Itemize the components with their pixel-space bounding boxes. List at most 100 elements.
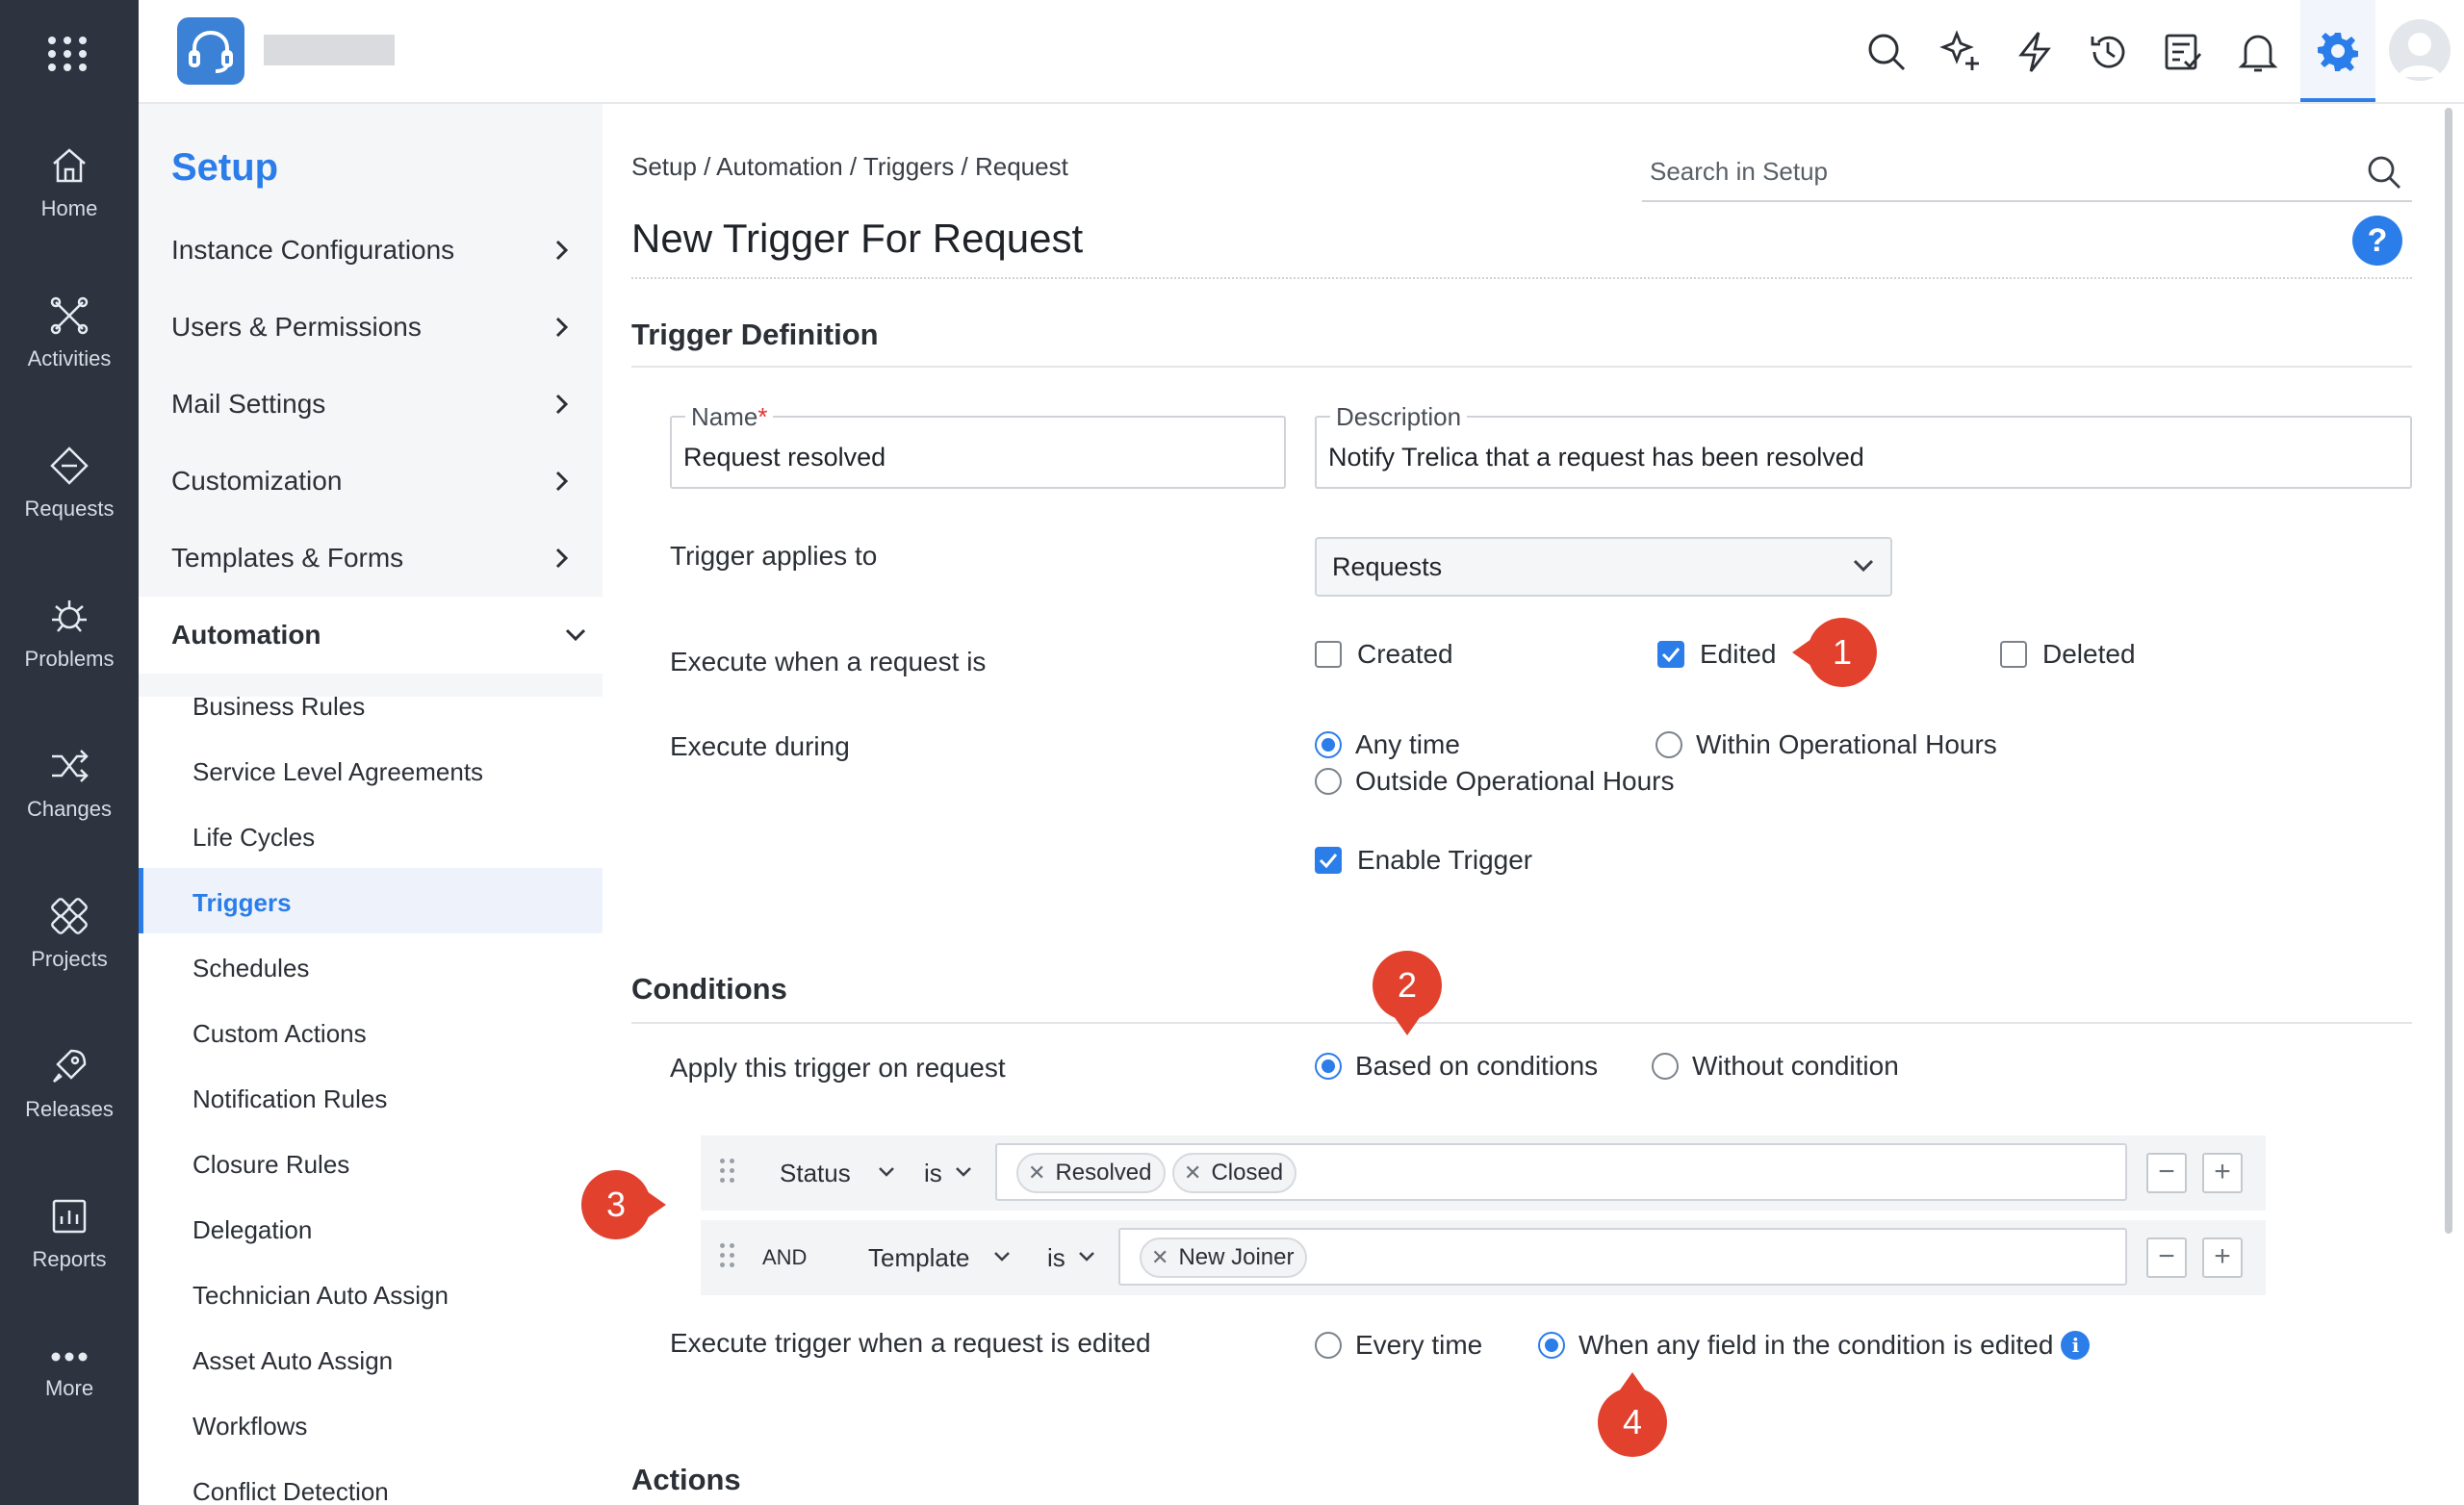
condition-operator[interactable]: is — [1047, 1243, 1065, 1273]
chevron-down-icon[interactable] — [955, 1166, 972, 1178]
created-checkbox[interactable]: Created — [1315, 639, 1453, 670]
submenu-custom-actions[interactable]: Custom Actions — [192, 1005, 367, 1062]
add-condition-button[interactable]: + — [2202, 1237, 2243, 1278]
rail-label: Reports — [32, 1247, 107, 1271]
remove-tag-icon[interactable]: ✕ — [1028, 1161, 1045, 1186]
execute-when-label: Execute when a request is — [670, 647, 987, 676]
remove-condition-button[interactable]: − — [2146, 1237, 2187, 1278]
chevron-down-icon[interactable] — [993, 1251, 1011, 1263]
without-condition-radio[interactable]: Without condition — [1652, 1051, 1899, 1082]
required-marker: * — [757, 402, 768, 431]
remove-tag-icon[interactable]: ✕ — [1151, 1245, 1168, 1270]
menu-users-permissions[interactable]: Users & Permissions — [171, 289, 585, 366]
submenu-delegation[interactable]: Delegation — [192, 1201, 312, 1259]
remove-condition-button[interactable]: − — [2146, 1153, 2187, 1193]
search-icon — [1868, 34, 1906, 71]
rail-requests[interactable]: Requests — [0, 445, 139, 570]
topbar-quick-actions-button[interactable] — [2006, 23, 2064, 81]
rail-releases[interactable]: Releases — [0, 1045, 139, 1170]
condition-values-field[interactable]: ✕ Resolved ✕ Closed — [995, 1143, 2127, 1201]
page-scrollbar[interactable] — [2445, 108, 2452, 1234]
name-legend: Name* — [685, 402, 774, 432]
menu-automation[interactable]: Automation — [139, 597, 603, 674]
name-field[interactable]: Name* Request resolved — [670, 402, 1286, 489]
within-operational-hours-radio[interactable]: Within Operational Hours — [1656, 729, 1997, 760]
setup-search-input[interactable] — [1642, 142, 2335, 200]
menu-templates-forms[interactable]: Templates & Forms — [171, 520, 585, 597]
menu-label: Instance Configurations — [171, 235, 455, 265]
chevron-down-icon[interactable] — [878, 1166, 895, 1178]
topbar-history-button[interactable] — [2079, 23, 2137, 81]
submenu-workflows[interactable]: Workflows — [192, 1397, 307, 1455]
submenu-closure-rules[interactable]: Closure Rules — [192, 1135, 349, 1193]
enable-trigger-checkbox[interactable]: Enable Trigger — [1315, 845, 1532, 876]
menu-label: Users & Permissions — [171, 312, 422, 342]
reports-icon — [52, 1199, 87, 1234]
search-icon[interactable] — [2366, 154, 2402, 191]
rail-home[interactable]: Home — [0, 144, 139, 269]
submenu-notification-rules[interactable]: Notification Rules — [192, 1070, 387, 1128]
app-logo[interactable] — [177, 17, 244, 85]
condition-operator[interactable]: is — [924, 1159, 942, 1188]
rail-problems[interactable]: Problems — [0, 595, 139, 720]
checkbox-box — [1315, 847, 1342, 874]
condition-field[interactable]: Status — [780, 1159, 851, 1188]
applies-select[interactable]: Requests — [1315, 537, 1892, 597]
based-on-conditions-radio[interactable]: Based on conditions — [1315, 1051, 1598, 1082]
every-time-radio[interactable]: Every time — [1315, 1330, 1482, 1361]
radio-label: Based on conditions — [1355, 1051, 1599, 1081]
rail-more[interactable]: More — [0, 1347, 139, 1472]
apps-grid-icon[interactable] — [48, 37, 90, 75]
checkbox-box — [1657, 641, 1684, 668]
rail-changes[interactable]: Changes — [0, 745, 139, 870]
rail-activities[interactable]: Activities — [0, 294, 139, 420]
edited-checkbox[interactable]: Edited — [1657, 639, 1776, 670]
radio-dot — [1315, 1053, 1342, 1080]
submenu-schedules[interactable]: Schedules — [192, 939, 309, 997]
outside-operational-hours-radio[interactable]: Outside Operational Hours — [1315, 766, 1675, 797]
checkbox-label: Enable Trigger — [1357, 845, 1533, 875]
user-avatar[interactable] — [2389, 19, 2451, 81]
breadcrumb[interactable]: Setup / Automation / Triggers / Request — [631, 152, 1068, 182]
tag-label: Closed — [1211, 1160, 1284, 1186]
submenu-conflict-detection[interactable]: Conflict Detection — [192, 1463, 389, 1505]
rail-projects[interactable]: Projects — [0, 895, 139, 1020]
name-label: Name — [691, 402, 758, 431]
menu-mail-settings[interactable]: Mail Settings — [171, 366, 585, 443]
rail-reports[interactable]: Reports — [0, 1195, 139, 1320]
topbar-search-button[interactable] — [1858, 23, 1915, 81]
requests-icon — [50, 446, 89, 485]
submenu-service-level-agreements[interactable]: Service Level Agreements — [192, 743, 483, 801]
submenu-triggers[interactable]: Triggers — [192, 874, 292, 931]
tasks-icon — [2165, 34, 2202, 70]
any-time-radio[interactable]: Any time — [1315, 729, 1460, 760]
menu-instance-configurations[interactable]: Instance Configurations — [171, 212, 585, 289]
menu-customization[interactable]: Customization — [171, 443, 585, 520]
topbar-ai-button[interactable] — [1933, 23, 1990, 81]
topbar-settings-button[interactable] — [2300, 0, 2375, 102]
app-rail: Home Activities Requests Problems Change… — [0, 0, 139, 1505]
radio-label: Within Operational Hours — [1696, 729, 1997, 759]
submenu-life-cycles[interactable]: Life Cycles — [192, 808, 315, 866]
title-divider — [631, 277, 2412, 279]
help-button[interactable]: ? — [2352, 216, 2402, 266]
topbar-notifications-button[interactable] — [2229, 23, 2287, 81]
condition-connector[interactable]: AND — [762, 1245, 807, 1270]
rail-label: Requests — [24, 497, 115, 521]
submenu-asset-auto-assign[interactable]: Asset Auto Assign — [192, 1332, 393, 1390]
add-condition-button[interactable]: + — [2202, 1153, 2243, 1193]
topbar-tasks-button[interactable] — [2154, 23, 2212, 81]
submenu-technician-auto-assign[interactable]: Technician Auto Assign — [192, 1266, 449, 1324]
info-icon[interactable]: i — [2061, 1331, 2091, 1360]
description-field[interactable]: Description Notify Trelica that a reques… — [1315, 402, 2412, 489]
checkbox-box — [2000, 641, 2027, 668]
condition-values-field[interactable]: ✕ New Joiner — [1118, 1228, 2127, 1286]
deleted-checkbox[interactable]: Deleted — [2000, 639, 2136, 670]
condition-field[interactable]: Template — [868, 1243, 970, 1273]
submenu-business-rules[interactable]: Business Rules — [192, 677, 365, 735]
remove-tag-icon[interactable]: ✕ — [1184, 1161, 1201, 1186]
condition-field-edited-radio[interactable]: When any field in the condition is edite… — [1538, 1330, 2091, 1361]
section-actions: Actions — [631, 1463, 741, 1496]
chevron-down-icon[interactable] — [1078, 1251, 1095, 1263]
home-icon — [53, 148, 86, 183]
